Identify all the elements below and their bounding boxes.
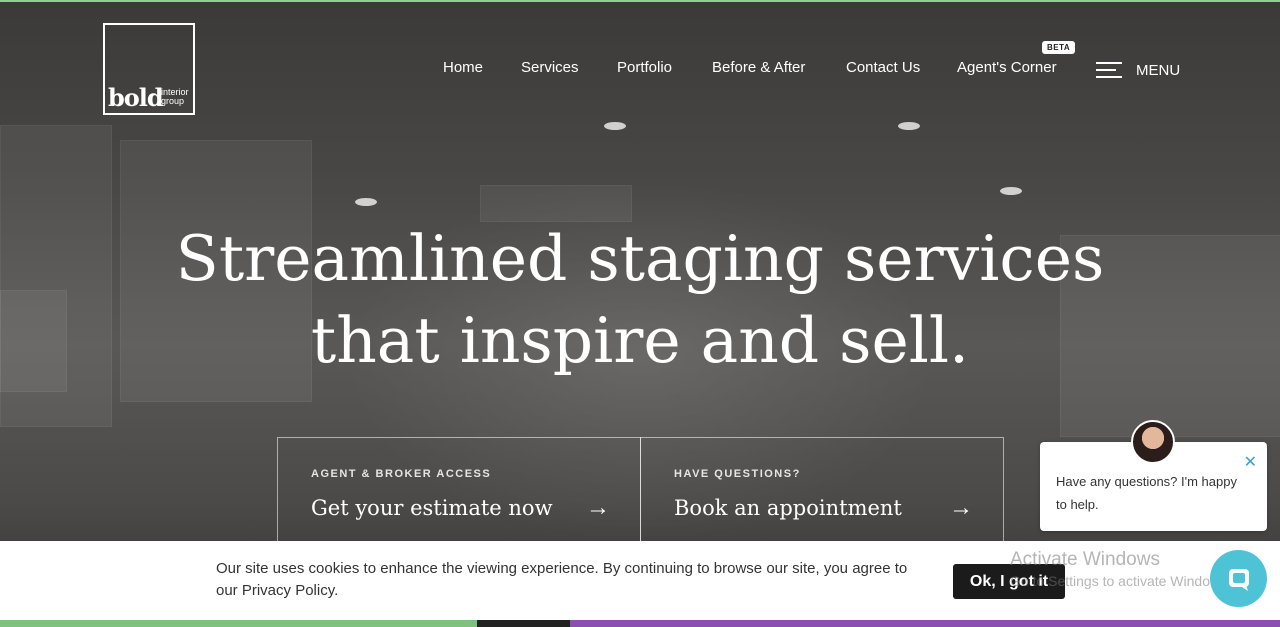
arrow-right-icon: → [586,494,610,521]
chat-message: Have any questions? I'm happy to help. [1056,474,1237,512]
hamburger-icon [1096,61,1122,79]
beta-badge: BETA [1042,41,1076,54]
menu-label: MENU [1136,61,1181,79]
book-appointment-card[interactable]: HAVE QUESTIONS? Book an appointment → [640,437,1004,547]
menu-toggle[interactable]: MENU [1096,61,1180,79]
bottom-strip [0,620,1280,627]
nav-portfolio[interactable]: Portfolio [617,59,672,76]
cta-kicker: HAVE QUESTIONS? [674,468,801,480]
hero-headline: Streamlined staging services that inspir… [140,218,1140,382]
bold-interior-group-logo[interactable]: bold interior group [103,23,195,115]
skylight [480,185,632,222]
nav-home[interactable]: Home [443,59,483,76]
nav-before-after[interactable]: Before & After [712,59,805,76]
strip-purple [570,620,1280,627]
chat-launcher-button[interactable] [1210,550,1267,607]
logo-wordmark: bold [108,83,164,112]
cookie-text: Our site uses cookies to enhance the vie… [216,560,908,599]
strip-green [0,620,477,627]
get-estimate-card[interactable]: AGENT & BROKER ACCESS Get your estimate … [277,437,641,547]
chat-bubble-icon [1228,568,1249,591]
agent-avatar [1131,420,1175,464]
headline-line-2: that inspire and sell. [310,304,970,377]
nav-agents-corner[interactable]: Agent's Corner [957,59,1057,76]
logo-sub-group: group [161,96,185,106]
ceiling-light [1000,187,1022,195]
nav-contact-us[interactable]: Contact Us [846,59,920,76]
nav-services[interactable]: Services [521,59,579,76]
cta-title: Get your estimate now [311,496,553,520]
arrow-right-icon: → [949,494,973,521]
cta-kicker: AGENT & BROKER ACCESS [311,468,492,480]
logo-subtext: interior group [161,88,189,106]
ceiling-light [604,122,626,130]
watermark-line-2: Go to Settings to activate Windows. [1010,573,1231,589]
close-icon[interactable]: ✕ [1244,452,1257,472]
watermark-line-1: Activate Windows [1010,549,1160,570]
cta-title: Book an appointment [674,496,902,520]
ceiling-light [898,122,920,130]
top-accent-line [0,0,1280,2]
hero-section: bold interior group Home Services Portfo… [0,0,1280,627]
headline-line-1: Streamlined staging services [175,222,1105,295]
wall-art [0,290,67,392]
windows-activation-watermark: Activate Windows Go to Settings to activ… [1010,549,1231,589]
ceiling-light [355,198,377,206]
